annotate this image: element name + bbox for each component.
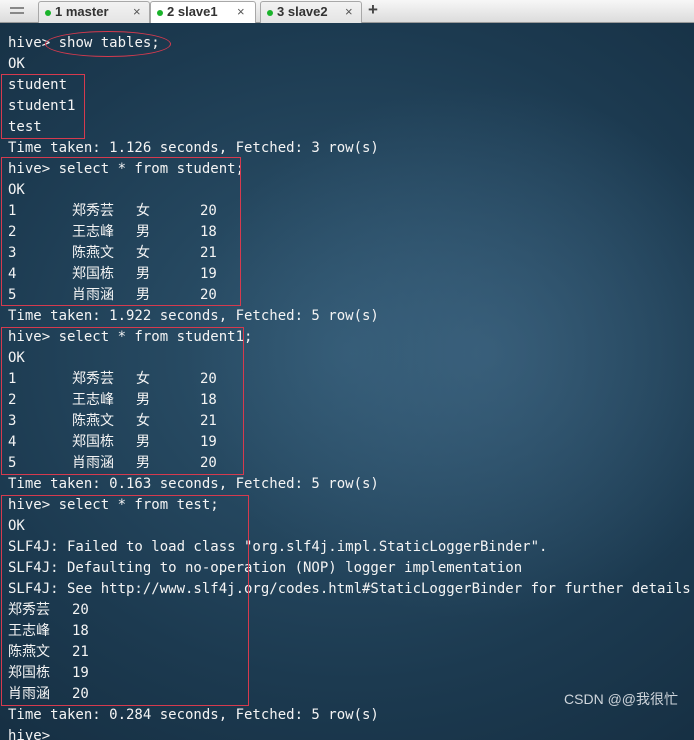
tab-label: 1 master [55, 4, 109, 19]
highlight-box [1, 74, 85, 139]
close-tab-icon[interactable]: × [237, 2, 245, 22]
tab-label: 3 slave2 [277, 4, 328, 19]
highlight-box [1, 157, 241, 306]
tab-label: 2 slave1 [167, 4, 218, 19]
ok-line: OK [8, 56, 25, 72]
tab-master[interactable]: 1 master × [38, 1, 150, 23]
time-taken-line: Time taken: 0.163 seconds, Fetched: 5 ro… [8, 476, 379, 492]
session-tab-bar: 1 master × 2 slave1 × 3 slave2 × + [0, 0, 694, 24]
tab-slave1[interactable]: 2 slave1 × [150, 1, 256, 24]
connected-status-icon [45, 10, 51, 16]
highlight-oval [45, 31, 171, 57]
close-tab-icon[interactable]: × [133, 2, 141, 22]
highlight-box [1, 495, 249, 706]
time-taken-line: Time taken: 1.922 seconds, Fetched: 5 ro… [8, 308, 379, 324]
csdn-watermark: CSDN @@我很忙 [564, 691, 678, 707]
time-taken-line: Time taken: 0.284 seconds, Fetched: 5 ro… [8, 707, 379, 723]
tab-slave2[interactable]: 3 slave2 × [260, 1, 362, 23]
close-tab-icon[interactable]: × [345, 2, 353, 22]
tab-list-menu-icon[interactable] [2, 0, 32, 22]
connected-status-icon [267, 10, 273, 16]
connected-status-icon [157, 10, 163, 16]
highlight-box [1, 327, 244, 475]
time-taken-line: Time taken: 1.126 seconds, Fetched: 3 ro… [8, 140, 379, 156]
terminal-output[interactable]: hive> show tables; OK student student1 t… [0, 23, 694, 740]
command-prompt[interactable]: hive> [8, 726, 50, 740]
new-tab-button[interactable]: + [368, 0, 378, 22]
terminal-window: 1 master × 2 slave1 × 3 slave2 × + hive>… [0, 0, 694, 740]
